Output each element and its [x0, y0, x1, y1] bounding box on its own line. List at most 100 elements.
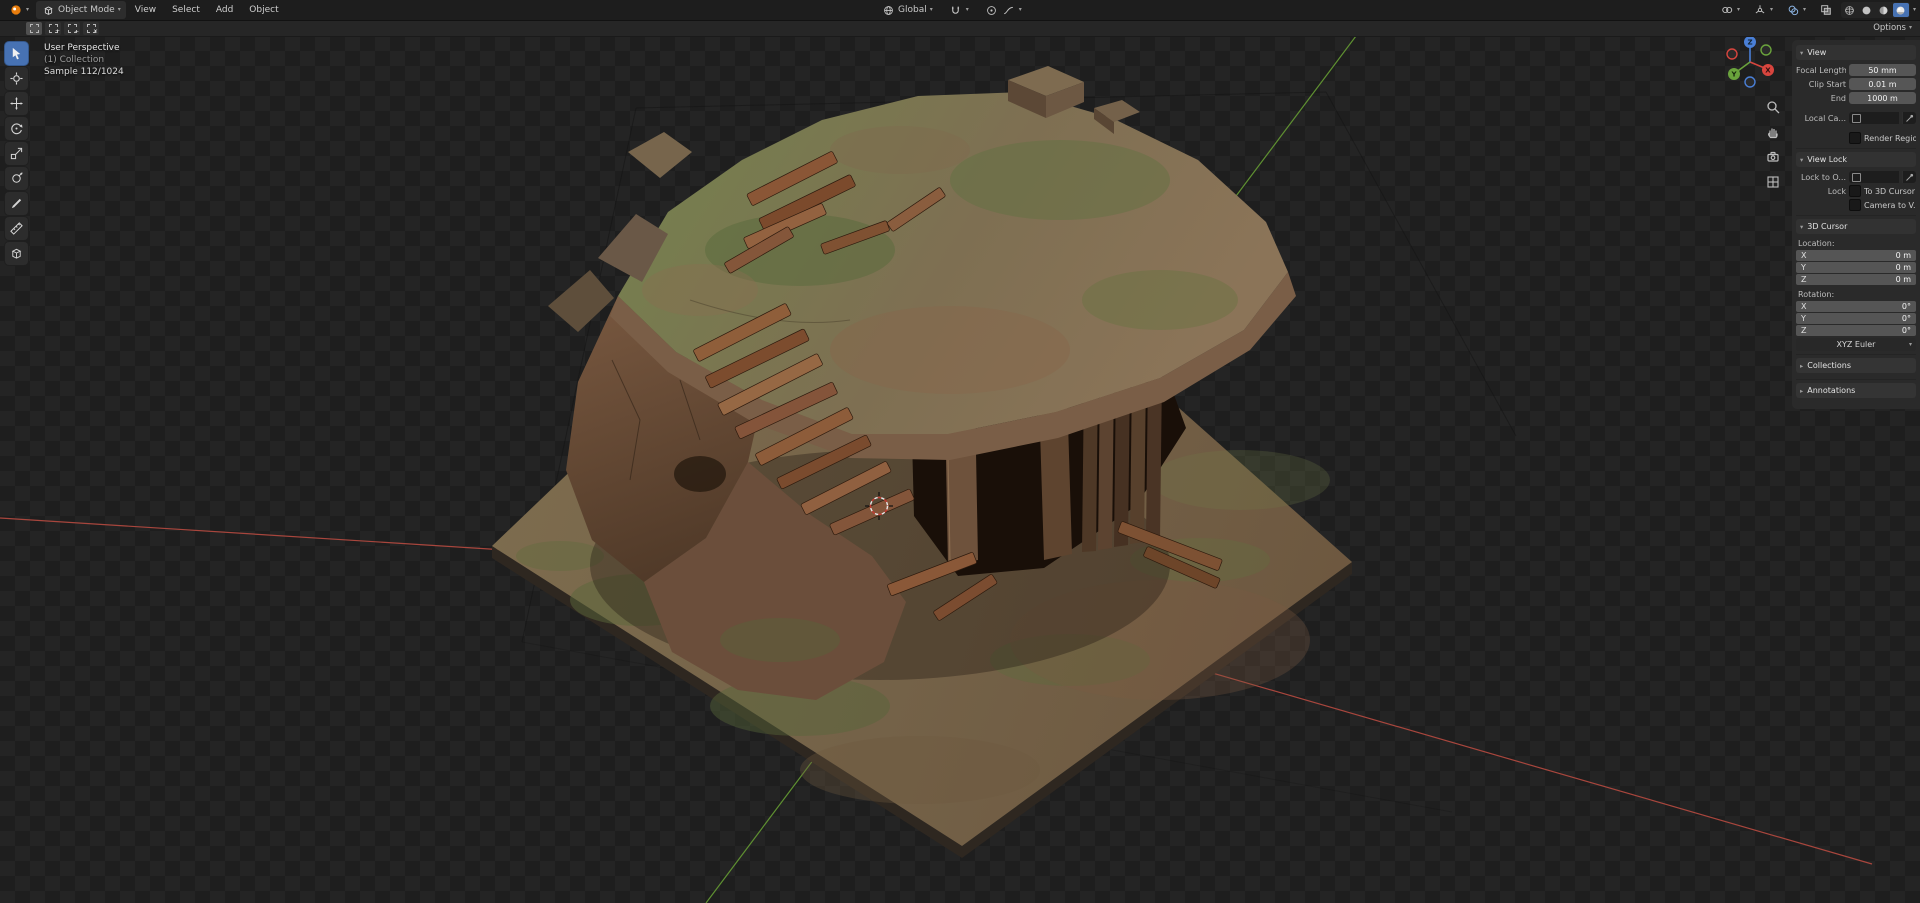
toggle-xray[interactable]: [1814, 1, 1838, 19]
render-sample-label: Sample 112/1024: [44, 67, 124, 77]
annotate-pen-icon: [11, 198, 22, 209]
panel-header-view-lock[interactable]: ▾ View Lock: [1796, 152, 1916, 167]
to-3d-cursor-label: To 3D Cursor: [1864, 186, 1916, 196]
camera-object-icon: [1852, 113, 1861, 123]
chevron-down-icon[interactable]: ▾: [1913, 7, 1916, 13]
viewport-nav-controls: [1764, 98, 1782, 191]
menu-object[interactable]: Object: [242, 3, 285, 17]
chevron-down-icon: ▾: [965, 6, 969, 13]
options-label: Options: [1873, 23, 1906, 33]
3d-viewport[interactable]: [0, 36, 1920, 903]
focal-length-field[interactable]: 50 mm: [1849, 64, 1916, 76]
navigation-gizmo[interactable]: Z X Y: [1722, 34, 1778, 94]
panel-header-collections[interactable]: ▸ Collections: [1796, 358, 1916, 373]
zoom-button[interactable]: [1764, 98, 1782, 116]
lock-to-3d-cursor-checkbox[interactable]: [1849, 185, 1861, 197]
menu-add[interactable]: Add: [209, 3, 240, 17]
tool-measure[interactable]: [5, 217, 28, 240]
panel-annotations: ▸ Annotations: [1796, 380, 1916, 404]
tool-add-cube[interactable]: [5, 242, 28, 265]
object-mode-cube-icon: [41, 3, 55, 17]
clip-end-label: End: [1830, 93, 1846, 103]
add-cube-icon: [11, 248, 22, 259]
show-gizmos-icon: [1753, 3, 1767, 17]
snap-toggle[interactable]: ▾: [944, 1, 974, 19]
select-mode-subtract[interactable]: −: [64, 21, 80, 35]
tool-move[interactable]: [5, 92, 28, 115]
chevron-down-icon: ▾: [1800, 48, 1804, 57]
menu-select[interactable]: Select: [165, 3, 207, 17]
lock-to-object-field[interactable]: [1849, 171, 1899, 183]
panel-header-view[interactable]: ▾ View: [1796, 45, 1916, 60]
tool-annotate[interactable]: [5, 192, 28, 215]
chevron-down-icon: ▾: [1908, 24, 1912, 31]
panel-header-3d-cursor[interactable]: ▾ 3D Cursor: [1796, 219, 1916, 234]
rotation-mode-value: XYZ Euler: [1836, 340, 1876, 349]
toggle-xray-icon: [1819, 3, 1833, 17]
render-region-checkbox[interactable]: [1849, 132, 1861, 144]
eyedropper-button[interactable]: [1902, 112, 1916, 124]
cursor-rotation-label: Rotation:: [1798, 289, 1835, 299]
tool-rotate[interactable]: [5, 117, 28, 140]
show-overlays-toggle[interactable]: ▾: [1781, 1, 1811, 19]
axis-value: 0 m: [1895, 263, 1911, 272]
render-region-label: Render Region: [1864, 133, 1916, 143]
gizmo-z-neg-axis[interactable]: [1744, 76, 1756, 88]
eyedropper-button[interactable]: [1902, 171, 1916, 183]
mode-selector[interactable]: Object Mode ▾: [36, 1, 126, 19]
chevron-down-icon: ▾: [929, 6, 933, 13]
gizmo-y-neg-axis[interactable]: [1760, 44, 1772, 56]
lock-to-object-label: Lock to O...: [1801, 172, 1846, 182]
panel-view: ▾ View Focal Length 50 mm Clip Start 0.0…: [1796, 42, 1916, 149]
orthographic-toggle-button[interactable]: [1764, 173, 1782, 191]
local-camera-field[interactable]: [1849, 112, 1899, 124]
clip-start-field[interactable]: 0.01 m: [1849, 78, 1916, 90]
panel-title-view: View: [1807, 48, 1827, 57]
object-visibility-dropdown[interactable]: ▾: [1715, 1, 1745, 19]
menu-view[interactable]: View: [128, 3, 163, 17]
panel-title-3d-cursor: 3D Cursor: [1807, 222, 1848, 231]
transform-orientation-dropdown[interactable]: Global ▾: [876, 1, 938, 19]
clip-end-field[interactable]: 1000 m: [1849, 92, 1916, 104]
axis-label: Y: [1801, 263, 1806, 272]
chevron-down-icon: ▾: [1802, 6, 1806, 13]
select-mode-extend[interactable]: +: [45, 21, 61, 35]
rotate-icon: [11, 123, 23, 135]
cursor-rotation-x-field[interactable]: X 0°: [1796, 301, 1916, 312]
gizmo-z-label: Z: [1747, 39, 1752, 47]
editor-type-button[interactable]: ▾: [4, 1, 34, 19]
shading-mode-group: [1840, 2, 1910, 18]
cursor-rotation-y-field[interactable]: Y 0°: [1796, 313, 1916, 324]
shading-material-button[interactable]: [1876, 3, 1892, 17]
camera-to-view-checkbox[interactable]: [1849, 199, 1861, 211]
panel-header-annotations[interactable]: ▸ Annotations: [1796, 383, 1916, 398]
cursor-location-y-field[interactable]: Y 0 m: [1796, 262, 1916, 273]
camera-view-button[interactable]: [1764, 148, 1782, 166]
select-mode-intersect[interactable]: ×: [83, 21, 99, 35]
axis-value: 0 m: [1895, 275, 1911, 284]
tool-scale[interactable]: [5, 142, 28, 165]
gizmo-y-label: Y: [1730, 71, 1737, 79]
shading-rendered-button[interactable]: [1892, 3, 1909, 17]
pan-button[interactable]: [1764, 123, 1782, 141]
axis-value: 0°: [1901, 326, 1911, 335]
cursor-location-x-field[interactable]: X 0 m: [1796, 250, 1916, 261]
tool-transform[interactable]: [5, 167, 28, 190]
shading-solid-button[interactable]: [1859, 3, 1875, 17]
cursor-location-z-field[interactable]: Z 0 m: [1796, 274, 1916, 285]
clip-start-label: Clip Start: [1808, 79, 1846, 89]
chevron-down-icon: ▾: [1800, 155, 1804, 164]
orientation-label: Global: [898, 5, 927, 15]
tool-cursor[interactable]: [5, 67, 28, 90]
tool-tweak-select[interactable]: [5, 42, 28, 65]
gizmo-x-neg-axis[interactable]: [1726, 48, 1738, 60]
options-dropdown[interactable]: Options ▾: [1873, 23, 1912, 33]
rotation-mode-dropdown[interactable]: XYZ Euler ▾: [1796, 338, 1916, 351]
select-mode-set[interactable]: [26, 21, 42, 35]
show-gizmos-toggle[interactable]: ▾: [1748, 1, 1778, 19]
axis-value: 0°: [1901, 302, 1911, 311]
shading-wireframe-button[interactable]: [1842, 3, 1858, 17]
cursor-rotation-z-field[interactable]: Z 0°: [1796, 325, 1916, 336]
proportional-editing-toggle[interactable]: ▾: [980, 1, 1027, 19]
axis-value: 0°: [1901, 314, 1911, 323]
